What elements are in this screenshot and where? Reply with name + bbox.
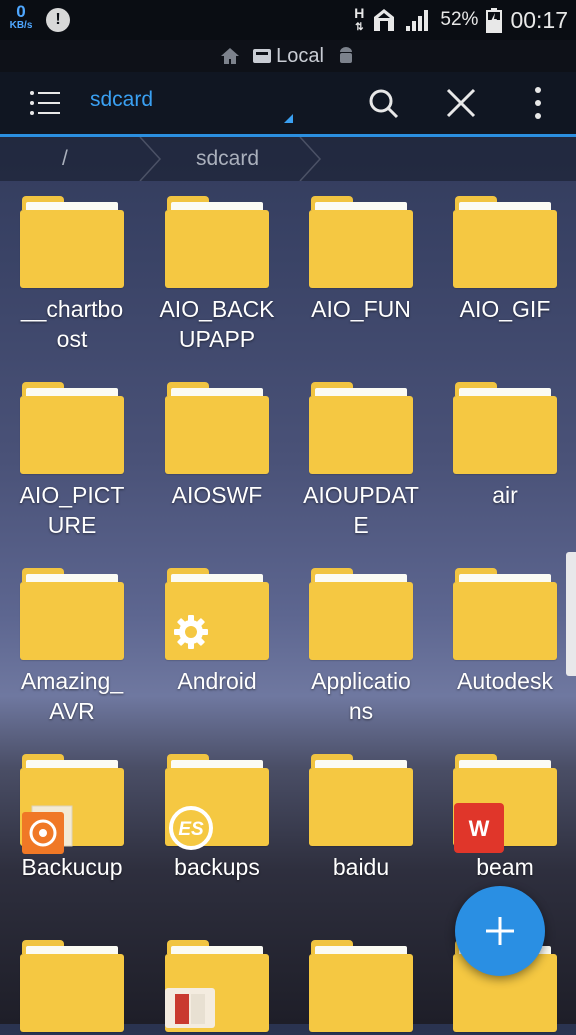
search-icon[interactable] xyxy=(366,86,400,120)
fast-scroll-handle[interactable] xyxy=(566,552,576,676)
folder-name: AIOUPDAT E xyxy=(291,480,431,540)
network-type: H ⇅ xyxy=(354,4,365,33)
folder-name-line: Autodesk xyxy=(457,668,553,694)
sd-card-icon xyxy=(253,49,272,63)
folder-name-line: backups xyxy=(174,854,260,880)
folder-icon[interactable] xyxy=(20,382,124,474)
home-icon xyxy=(374,9,395,31)
network-speed: 0 KB/s xyxy=(6,2,36,32)
folder-name-line: __chartbo xyxy=(20,296,124,322)
book-icon xyxy=(163,986,217,1035)
folder-name-line: Applicatio xyxy=(311,668,411,694)
folder-name-line: UPAPP xyxy=(178,326,256,352)
folder-icon[interactable] xyxy=(165,382,269,474)
dropdown-triangle-icon[interactable] xyxy=(284,114,293,123)
folder-name: AIO_BACK UPAPP xyxy=(147,294,287,354)
network-speed-unit: KB/s xyxy=(9,20,33,31)
clock: 00:17 xyxy=(510,6,568,33)
signal-icon xyxy=(406,10,429,31)
folder-icon[interactable] xyxy=(309,754,413,846)
folder-name-line: AIO_FUN xyxy=(311,296,411,322)
folder-name: AIO_FUN xyxy=(291,294,431,324)
storage-title-bar: Local xyxy=(0,40,576,72)
svg-text:W: W xyxy=(469,816,490,841)
folder-name-line: Android xyxy=(177,668,257,694)
folder-name-line: AIO_GIF xyxy=(459,296,551,322)
folder-name: backups xyxy=(147,852,287,882)
current-path-selector[interactable]: sdcard xyxy=(90,88,153,112)
network-speed-value: 0 xyxy=(16,2,26,21)
folder-name-line: ost xyxy=(56,326,88,352)
home-icon[interactable] xyxy=(220,47,240,65)
status-bar: 0 KB/s ! H ⇅ 52% 00:17 xyxy=(0,0,576,40)
menu-icon[interactable] xyxy=(28,88,62,118)
status-right-group: H ⇅ 52% 00:17 xyxy=(354,0,568,40)
local-storage-tab[interactable]: Local xyxy=(252,45,324,68)
folder-icon[interactable] xyxy=(453,382,557,474)
plus-icon xyxy=(486,917,514,945)
folder-name: __chartboost xyxy=(2,294,142,354)
folder-name-line: AIO_PICT xyxy=(19,482,125,508)
folder-name-line: E xyxy=(353,512,369,538)
folder-name-line: Backucup xyxy=(21,854,123,880)
folder-icon[interactable] xyxy=(309,568,413,660)
folder-name-line: AIOUPDAT xyxy=(303,482,419,508)
breadcrumb: / sdcard xyxy=(0,137,576,181)
folder-icon[interactable] xyxy=(309,196,413,288)
folder-name-line: Amazing_ xyxy=(20,668,124,694)
local-storage-label: Local xyxy=(276,44,324,67)
folder-name: Applicatio ns xyxy=(291,666,431,726)
folder-name-line: air xyxy=(492,482,518,508)
folder-icon[interactable] xyxy=(309,940,413,1032)
folder-name: AIO_GIF xyxy=(435,294,575,324)
toolbar: sdcard xyxy=(0,72,576,137)
folder-name: air xyxy=(435,480,575,510)
folder-icon[interactable] xyxy=(20,940,124,1032)
folder-name: Android xyxy=(147,666,287,696)
folder-name-line: URE xyxy=(47,512,97,538)
breadcrumb-chevron-icon xyxy=(139,137,162,181)
folder-icon[interactable] xyxy=(20,196,124,288)
folder-name: AIOSWF xyxy=(147,480,287,510)
folder-name: AIO_PICT URE xyxy=(2,480,142,540)
es-explorer-icon: ES xyxy=(167,804,215,857)
folder-name-line: AIOSWF xyxy=(171,482,263,508)
folder-name: beam xyxy=(435,852,575,882)
info-icon: ! xyxy=(46,8,70,32)
folder-icon[interactable] xyxy=(453,196,557,288)
folder-name: Backucup xyxy=(2,852,142,882)
wps-office-icon: W xyxy=(453,802,505,859)
folder-name-line: baidu xyxy=(332,854,390,880)
folder-name: Autodesk xyxy=(435,666,575,696)
folder-icon[interactable] xyxy=(453,568,557,660)
battery-icon xyxy=(486,8,503,33)
folder-name: Amazing_ AVR xyxy=(2,666,142,726)
gear-icon xyxy=(169,610,213,659)
more-options-icon[interactable] xyxy=(526,84,550,122)
folder-name-line: beam xyxy=(476,854,534,880)
folder-icon[interactable] xyxy=(165,196,269,288)
folder-icon[interactable] xyxy=(20,568,124,660)
svg-text:ES: ES xyxy=(178,819,204,840)
folder-name-line: AIO_BACK xyxy=(159,296,275,322)
folder-name-line: AVR xyxy=(49,698,95,724)
android-icon[interactable] xyxy=(336,46,356,66)
battery-percent: 52% xyxy=(440,9,479,30)
folder-icon[interactable] xyxy=(309,382,413,474)
close-icon[interactable] xyxy=(444,86,478,120)
folder-name-line: ns xyxy=(348,698,374,724)
add-button[interactable] xyxy=(455,886,545,976)
folder-name: baidu xyxy=(291,852,431,882)
breadcrumb-chevron-icon xyxy=(299,137,322,181)
breadcrumb-root[interactable]: / xyxy=(62,137,68,181)
breadcrumb-current[interactable]: sdcard xyxy=(196,137,259,181)
